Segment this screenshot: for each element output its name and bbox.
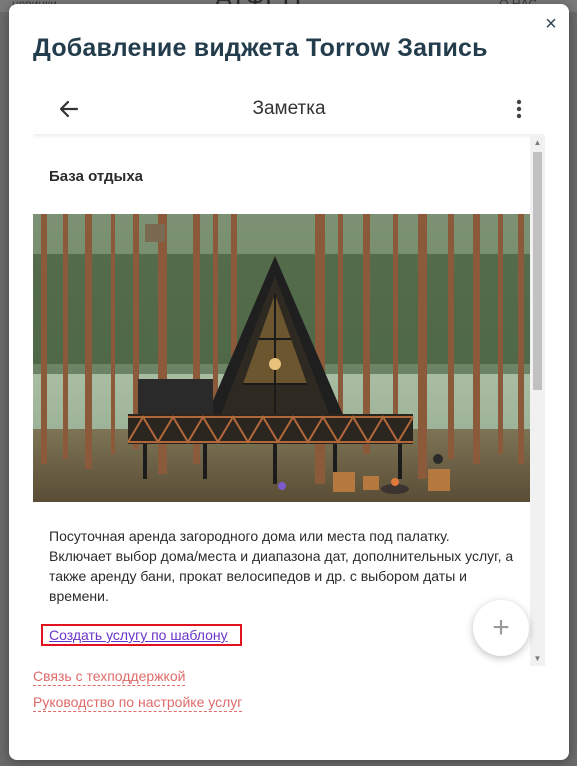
add-widget-modal: × Добавление виджета Torrow Запись Замет… (9, 4, 569, 760)
note-panel: Заметка База отдыха Посуточная аренда за… (33, 84, 545, 666)
close-icon[interactable]: × (541, 14, 561, 34)
scroll-thumb[interactable] (533, 152, 542, 390)
service-setup-guide-link[interactable]: Руководство по настройке услуг (33, 694, 243, 712)
panel-title: Заметка (252, 98, 326, 119)
cabin-photo (33, 214, 530, 502)
vertical-scrollbar[interactable]: ▲ ▼ (530, 136, 545, 666)
back-arrow-icon[interactable] (57, 97, 81, 121)
panel-content: База отдыха Посуточная аренда загородног… (33, 136, 530, 666)
support-link[interactable]: Связь с техподдержкой (33, 668, 186, 686)
add-button[interactable]: + (473, 600, 529, 656)
more-vert-icon[interactable] (507, 97, 531, 121)
create-service-from-template-link[interactable]: Создать услугу по шаблону (49, 627, 228, 643)
modal-title: Добавление виджета Torrow Запись (33, 34, 488, 62)
section-title: База отдыха (49, 168, 144, 185)
scroll-up-arrow-icon[interactable]: ▲ (530, 136, 545, 150)
panel-header: Заметка (33, 84, 545, 134)
scroll-down-arrow-icon[interactable]: ▼ (530, 652, 545, 666)
service-description: Посуточная аренда загородного дома или м… (49, 528, 514, 604)
plus-icon: + (492, 611, 510, 644)
